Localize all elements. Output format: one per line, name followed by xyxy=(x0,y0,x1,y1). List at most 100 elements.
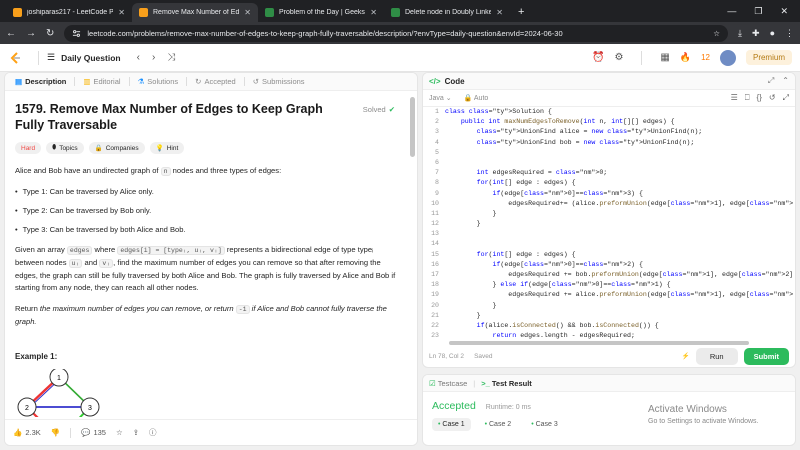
code-line[interactable]: 1 class class="ty">Solution { xyxy=(423,107,793,117)
next-problem-icon[interactable]: › xyxy=(152,52,155,63)
format-icon[interactable]: {} xyxy=(757,93,762,103)
companies-tag[interactable]: 🔒 Companies xyxy=(88,142,145,154)
browser-tab[interactable]: joshiparas217 - LeetCode Profi ✕ xyxy=(6,3,132,22)
fire-streak-icon[interactable]: 🔥 xyxy=(680,52,691,63)
bookmark-icon[interactable]: ⎕ xyxy=(745,93,750,103)
tab-solutions[interactable]: ⚗ Solutions xyxy=(134,77,183,86)
case-tab[interactable]: • Case 1 xyxy=(432,418,471,431)
extensions-icon[interactable]: ✚ xyxy=(752,28,760,39)
code-line[interactable]: 21 } xyxy=(423,311,793,321)
divider: | xyxy=(473,378,476,388)
code-line[interactable]: 20 } xyxy=(423,301,793,311)
close-tab-icon[interactable]: ✕ xyxy=(244,8,251,17)
tab-test-result[interactable]: >_ Test Result xyxy=(481,379,532,388)
code-line[interactable]: 2 public int maxNumEdgesToRemove(int n, … xyxy=(423,117,793,127)
tab-testcase[interactable]: ☑ Testcase xyxy=(429,379,467,388)
run-button[interactable]: Run xyxy=(695,347,738,365)
case-tab[interactable]: • Case 3 xyxy=(525,418,564,431)
code-line[interactable]: 6 xyxy=(423,158,793,168)
avatar[interactable] xyxy=(719,49,736,66)
workspace: ▤ Description ▥ Editorial ⚗ Solutions ↻ Acce… xyxy=(0,72,800,450)
code-line[interactable]: 10 edgesRequired+= (alice.preformUnion(e… xyxy=(423,199,793,209)
expand-icon[interactable]: ⤢ xyxy=(768,76,774,86)
code-line[interactable]: 4 class="ty">UnionFind bob = new class="… xyxy=(423,138,793,148)
code-line[interactable]: 9 if(edge[class="nm">0]==class="nm">3) { xyxy=(423,189,793,199)
code-line[interactable]: 8 for(int[] edge : edges) { xyxy=(423,178,793,188)
daily-question-link[interactable]: Daily Question xyxy=(61,53,121,63)
browser-tab[interactable]: Delete node in Doubly Linked L ✕ xyxy=(384,3,510,22)
prev-problem-icon[interactable]: ‹ xyxy=(137,52,140,63)
tab-accepted[interactable]: ↻ Accepted xyxy=(191,77,240,86)
download-icon[interactable]: ⤓ xyxy=(738,28,742,39)
problem-title[interactable]: 1579. Remove Max Number of Edges to Keep… xyxy=(15,101,355,133)
code-text: } else if(edge[class="nm">0]==class="nm"… xyxy=(445,281,671,289)
like-button[interactable]: 👍 2.3K xyxy=(13,428,41,437)
code-line[interactable]: 19 edgesRequired += alice.preformUnion(e… xyxy=(423,290,793,300)
divider xyxy=(128,77,130,86)
thumbs-down-icon[interactable]: 👎 xyxy=(51,428,60,437)
premium-button[interactable]: Premium xyxy=(745,50,792,65)
code-line[interactable]: 7 int edgesRequired = class="nm">0; xyxy=(423,168,793,178)
divider xyxy=(38,50,39,65)
collapse-icon[interactable]: ⌃ xyxy=(782,76,789,86)
code-line[interactable]: 13 xyxy=(423,229,793,239)
grid-menu-icon[interactable]: ▦ xyxy=(660,52,669,63)
code-line[interactable]: 12 } xyxy=(423,219,793,229)
submit-button[interactable]: Submit xyxy=(743,347,789,365)
code-line[interactable]: 14 xyxy=(423,239,793,249)
tab-editorial[interactable]: ▥ Editorial xyxy=(79,77,124,86)
close-window-icon[interactable]: ✕ xyxy=(780,6,788,17)
hint-tag[interactable]: 💡 Hint xyxy=(149,142,185,154)
reset-icon[interactable]: ↺ xyxy=(769,93,776,103)
new-tab-button[interactable]: + xyxy=(510,6,532,22)
case-tab[interactable]: • Case 2 xyxy=(479,418,518,431)
save-status: Saved xyxy=(474,352,493,360)
code-line[interactable]: 18 } else if(edge[class="nm">0]==class="… xyxy=(423,280,793,290)
browser-tab-active[interactable]: Remove Max Number of Edges ✕ xyxy=(132,3,258,22)
code-line[interactable]: 5 xyxy=(423,148,793,158)
language-select[interactable]: Java ⌄ xyxy=(429,94,452,102)
settings-icon[interactable]: ⚙ xyxy=(614,52,623,63)
code-line[interactable]: 16 if(edge[class="nm">0]==class="nm">2) … xyxy=(423,260,793,270)
browser-tab[interactable]: Problem of the Day | GeeksforG ✕ xyxy=(258,3,384,22)
help-icon[interactable]: ⓘ xyxy=(149,427,157,438)
share-icon[interactable]: ⇪ xyxy=(133,428,139,437)
star-icon[interactable]: ☆ xyxy=(116,428,123,437)
leetcode-logo-icon[interactable] xyxy=(8,51,22,65)
minimize-icon[interactable]: — xyxy=(727,6,736,16)
tab-description[interactable]: ▤ Description xyxy=(11,77,70,86)
code-line[interactable]: 17 edgesRequired += bob.preformUnion(edg… xyxy=(423,270,793,280)
site-info-icon[interactable] xyxy=(72,29,81,38)
gfg-favicon-icon xyxy=(391,8,400,17)
tab-submissions[interactable]: ↺ Submissions xyxy=(249,77,309,86)
code-line[interactable]: 23 return edges.length - edgesRequired; xyxy=(423,331,793,341)
code-line[interactable]: 22 if(alice.isConnected() && bob.isConne… xyxy=(423,321,793,331)
topics-tag[interactable]: ⬮ Topics xyxy=(46,142,84,154)
shuffle-icon[interactable]: ⤨ xyxy=(167,52,175,63)
url-field[interactable]: leetcode.com/problems/remove-max-number-… xyxy=(64,24,729,42)
forward-icon[interactable]: → xyxy=(26,28,36,39)
bookmark-star-icon[interactable]: ☆ xyxy=(713,29,720,38)
fullscreen-icon[interactable]: ⤢ xyxy=(783,93,789,103)
close-tab-icon[interactable]: ✕ xyxy=(118,8,125,17)
close-tab-icon[interactable]: ✕ xyxy=(496,8,503,17)
console-icon[interactable]: ⚡ xyxy=(682,352,690,360)
code-editor[interactable]: 1 class class="ty">Solution {2 public int… xyxy=(423,107,793,342)
code-line[interactable]: 15 for(int[] edge : edges) { xyxy=(423,250,793,260)
profile-icon[interactable]: ● xyxy=(770,28,775,38)
comments-button[interactable]: 💬 135 xyxy=(81,428,106,437)
timer-icon[interactable]: ⏰ xyxy=(592,52,604,63)
close-tab-icon[interactable]: ✕ xyxy=(370,8,377,17)
back-icon[interactable]: ← xyxy=(6,28,16,39)
menu-icon[interactable]: ⋮ xyxy=(785,28,794,39)
restore-icon[interactable]: ❐ xyxy=(754,6,762,17)
code-line[interactable]: 3 class="ty">UnionFind alice = new class… xyxy=(423,127,793,137)
problem-list-icon[interactable]: ☰ xyxy=(47,52,55,63)
scrollbar[interactable] xyxy=(410,97,415,157)
code-line[interactable]: 11 } xyxy=(423,209,793,219)
auto-toggle[interactable]: 🔒 Auto xyxy=(464,94,489,102)
text: nodes and three types of edges: xyxy=(170,166,282,175)
leetcode-navbar: ☰ Daily Question ‹ › ⤨ ⏰ ⚙ ▦ 🔥 12 Premiu… xyxy=(0,44,800,72)
notes-icon[interactable]: ☰ xyxy=(731,93,738,103)
reload-icon[interactable]: ↻ xyxy=(46,28,54,39)
